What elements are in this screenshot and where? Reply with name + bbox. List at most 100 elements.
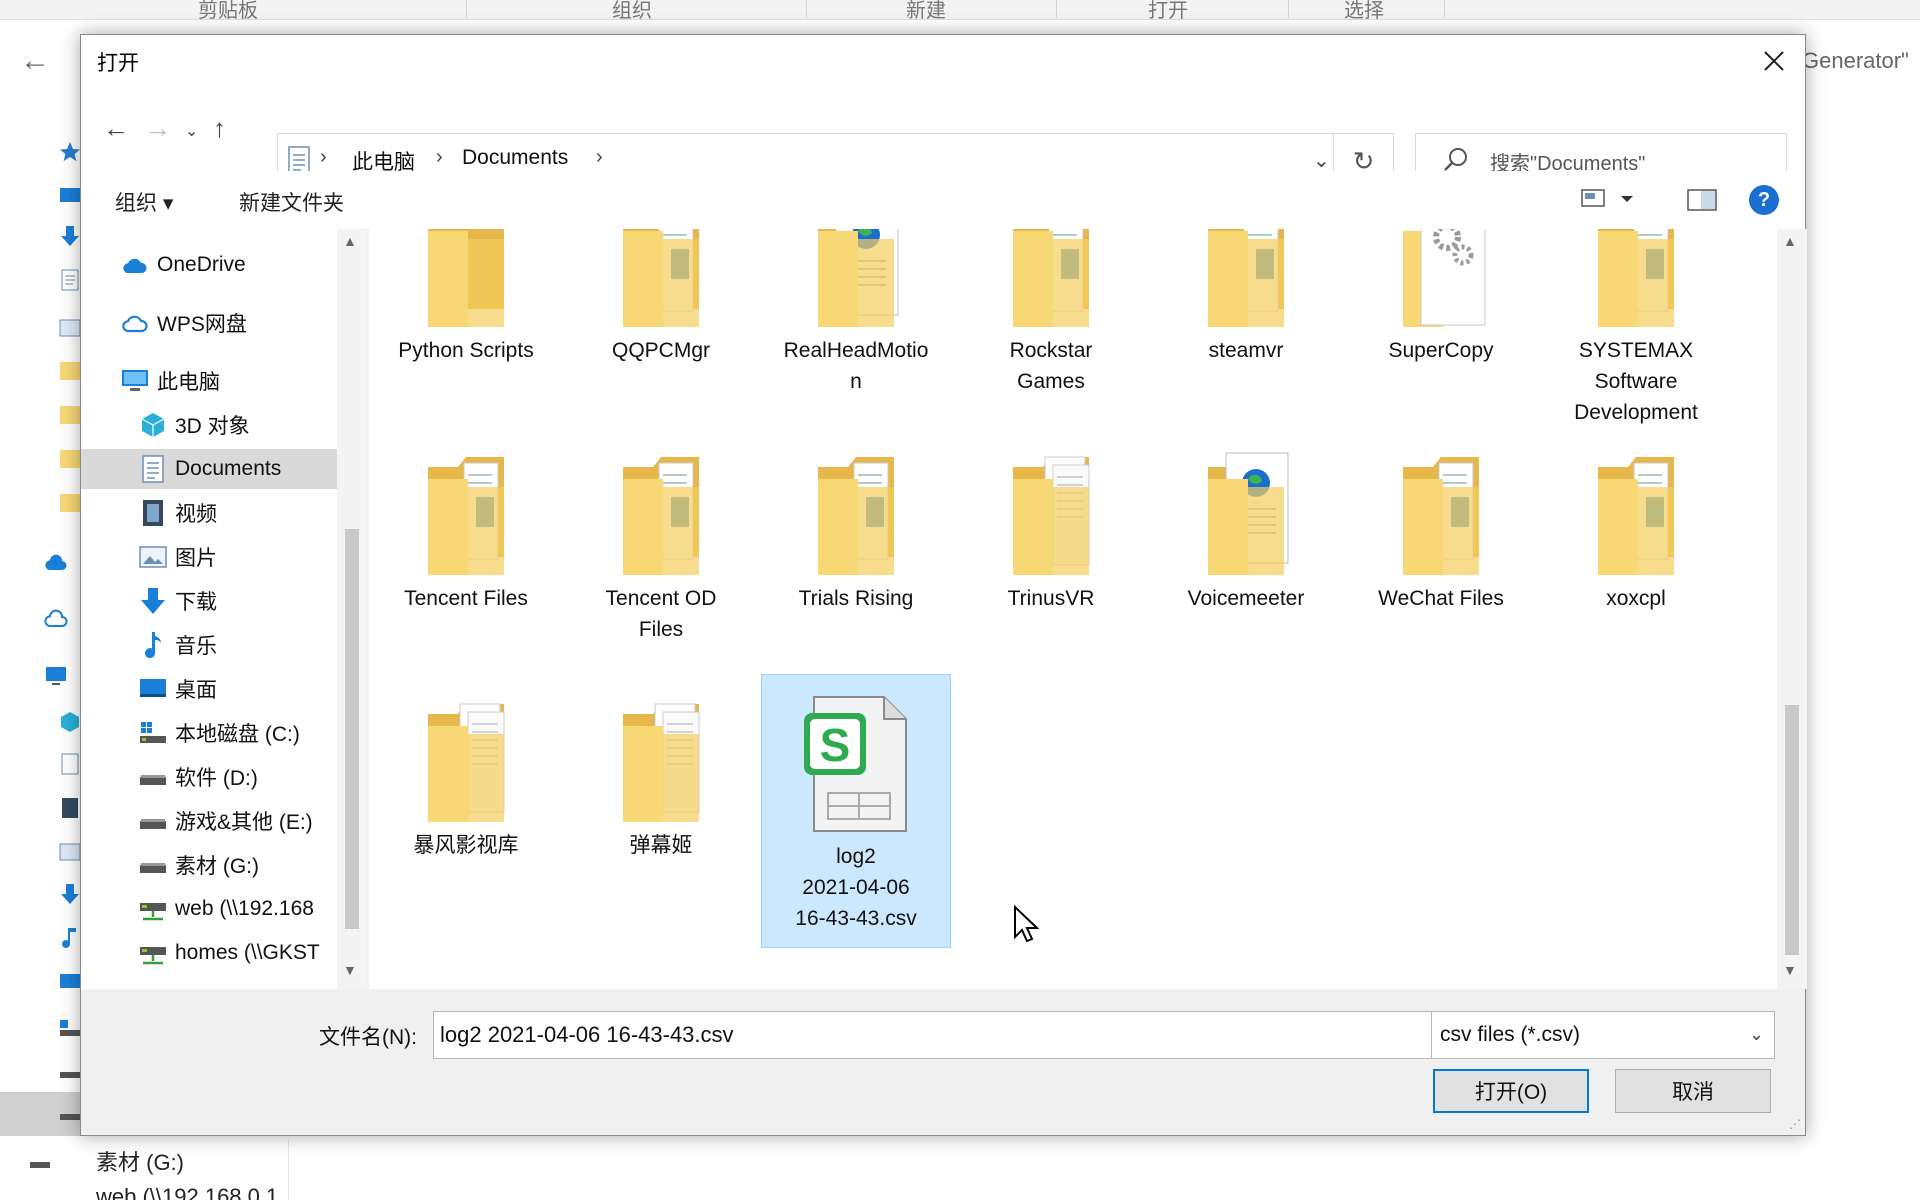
background-selected-row[interactable] <box>0 1092 80 1136</box>
3d-objects-icon[interactable] <box>58 710 82 734</box>
tree-item-network-homes[interactable]: homes (\\GKST <box>81 933 337 973</box>
filename-input[interactable]: log2 2021-04-06 16-43-43.csv <box>433 1011 1489 1059</box>
file-item[interactable]: SuperCopy <box>1346 229 1536 366</box>
file-item[interactable]: QQPCMgr <box>566 229 756 366</box>
file-item[interactable]: 暴风影视库 <box>371 674 561 861</box>
tree-item-this-pc[interactable]: 此电脑 <box>81 361 337 401</box>
cancel-button[interactable]: 取消 <box>1615 1069 1771 1113</box>
tree-item-label: 素材 (G:) <box>175 855 259 878</box>
file-item[interactable]: 弹幕姬 <box>566 674 756 861</box>
tree-item-documents[interactable]: Documents <box>81 449 337 489</box>
background-network-drive-label[interactable]: web (\\192.168.0.1 <box>96 1184 278 1200</box>
this-pc-icon[interactable] <box>44 664 68 688</box>
tree-item-music[interactable]: 音乐 <box>81 625 337 665</box>
tree-item-onedrive[interactable]: OneDrive <box>81 245 337 285</box>
open-button[interactable]: 打开(O) <box>1433 1069 1589 1113</box>
up-arrow-icon[interactable]: ↑ <box>213 113 226 144</box>
breadcrumb-chevron-icon[interactable]: › <box>436 146 443 169</box>
wps-cloud-icon[interactable] <box>44 608 68 632</box>
onedrive-cloud-icon[interactable] <box>44 552 68 576</box>
address-history-dropdown-icon[interactable]: ⌄ <box>1313 148 1330 173</box>
preview-pane-button[interactable] <box>1687 189 1717 216</box>
file-item[interactable]: TrinusVR <box>956 427 1146 614</box>
background-column-divider <box>288 1140 289 1200</box>
recent-locations-chevron-icon[interactable]: ⌄ <box>185 121 198 141</box>
file-list-scrollbar[interactable]: ▲ ▼ <box>1777 229 1807 989</box>
file-type-value: csv files (*.csv) <box>1440 1023 1581 1046</box>
file-item-label: 暴风影视库 <box>413 834 519 857</box>
file-item-label: TrinusVR <box>1007 587 1095 610</box>
tree-item-videos[interactable]: 视频 <box>81 493 337 533</box>
tree-item-downloads[interactable]: 下载 <box>81 581 337 621</box>
pictures-icon[interactable] <box>58 316 82 340</box>
new-folder-button[interactable]: 新建文件夹 <box>239 187 344 217</box>
folder-icon[interactable] <box>58 358 82 382</box>
tree-item-label: 音乐 <box>175 635 217 658</box>
tree-item-3d-objects[interactable]: 3D 对象 <box>81 405 337 445</box>
close-button[interactable] <box>1743 35 1805 87</box>
file-item[interactable]: steamvr <box>1151 229 1341 366</box>
file-item[interactable]: SYSTEMAX Software Development <box>1541 229 1731 428</box>
breadcrumb-chevron-icon[interactable]: › <box>596 146 603 169</box>
resize-grip-icon[interactable]: ⋰ <box>1789 1117 1801 1131</box>
organize-menu-button[interactable]: 组织 ▾ <box>115 187 173 217</box>
desktop-icon[interactable] <box>58 970 82 994</box>
tree-item-label: 3D 对象 <box>175 415 250 438</box>
drive-icon[interactable] <box>26 1150 54 1174</box>
file-item[interactable]: Trials Rising <box>761 427 951 614</box>
downloads-icon[interactable] <box>58 882 82 906</box>
scrollbar-thumb[interactable] <box>1785 705 1799 955</box>
desktop-icon[interactable] <box>58 184 82 208</box>
quick-access-star-icon[interactable] <box>58 140 82 164</box>
music-icon[interactable] <box>58 926 82 950</box>
folder-icon[interactable] <box>58 402 82 426</box>
dialog-title-bar[interactable]: 打开 <box>81 35 1805 87</box>
scroll-up-arrow-icon[interactable]: ▲ <box>1783 233 1797 249</box>
change-view-button[interactable] <box>1581 187 1637 216</box>
folder-documents-icon <box>406 674 526 824</box>
file-item-label: Python Scripts <box>398 339 534 362</box>
videos-icon[interactable] <box>58 796 82 820</box>
tree-item-drive-g[interactable]: 素材 (G:) <box>81 845 337 885</box>
file-item[interactable]: Voicemeeter <box>1151 427 1341 614</box>
scroll-down-arrow-icon[interactable]: ▼ <box>1783 962 1797 978</box>
tree-item-drive-d[interactable]: 软件 (D:) <box>81 757 337 797</box>
tree-item-pictures[interactable]: 图片 <box>81 537 337 577</box>
file-item[interactable]: Rockstar Games <box>956 229 1146 397</box>
file-item[interactable]: WeChat Files <box>1346 427 1536 614</box>
navigation-pane-scrollbar[interactable]: ▲ ▼ <box>337 229 367 989</box>
file-item[interactable]: Tencent OD Files <box>566 427 756 645</box>
back-arrow-icon[interactable]: ← <box>103 113 129 144</box>
tree-item-desktop[interactable]: 桌面 <box>81 669 337 709</box>
pictures-icon[interactable] <box>58 840 82 864</box>
background-back-arrow-icon[interactable]: ← <box>20 44 50 78</box>
scroll-up-arrow-icon[interactable]: ▲ <box>343 233 357 249</box>
forward-arrow-icon[interactable]: → <box>145 113 171 144</box>
file-item[interactable]: RealHeadMotio n <box>761 229 951 397</box>
file-item[interactable]: xoxcpl <box>1541 427 1731 614</box>
folder-icon[interactable] <box>58 446 82 470</box>
file-item-selected[interactable]: Slog2 2021-04-06 16-43-43.csv <box>761 674 951 948</box>
tree-item-network-web[interactable]: web (\\192.168 <box>81 889 337 929</box>
background-drive-label[interactable]: 素材 (G:) <box>96 1145 184 1177</box>
file-type-select[interactable]: csv files (*.csv) ⌄ <box>1431 1011 1775 1059</box>
breadcrumb-chevron-icon[interactable]: › <box>320 146 327 169</box>
file-item-label: Rockstar Games <box>958 335 1144 397</box>
drive-icon[interactable] <box>58 1060 82 1084</box>
help-button[interactable]: ? <box>1749 185 1779 215</box>
file-item[interactable]: Python Scripts <box>371 229 561 366</box>
tree-item-drive-e[interactable]: 游戏&其他 (E:) <box>81 801 337 841</box>
scrollbar-thumb[interactable] <box>345 529 359 929</box>
breadcrumb-documents[interactable]: Documents <box>462 146 568 170</box>
system-drive-icon[interactable] <box>58 1016 82 1040</box>
downloads-icon[interactable] <box>58 224 82 248</box>
file-item[interactable]: Tencent Files <box>371 427 561 614</box>
documents-icon[interactable] <box>58 268 82 292</box>
navigation-pane: OneDrive WPS网盘 此电脑 3D 对象 Documents 视频 图片 <box>81 229 367 989</box>
scroll-down-arrow-icon[interactable]: ▼ <box>343 962 357 978</box>
tree-item-wps-cloud[interactable]: WPS网盘 <box>81 303 337 343</box>
tree-item-drive-c[interactable]: 本地磁盘 (C:) <box>81 713 337 753</box>
documents-icon[interactable] <box>58 752 82 776</box>
view-options-icon <box>1581 189 1633 207</box>
folder-icon[interactable] <box>58 490 82 514</box>
